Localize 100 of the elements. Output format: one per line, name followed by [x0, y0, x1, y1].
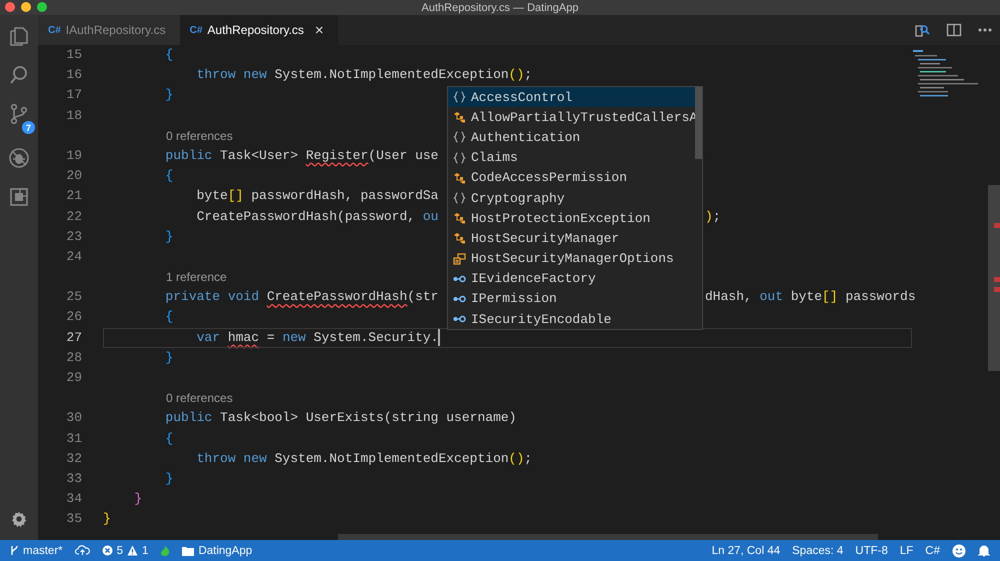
references-link[interactable]: 1 reference	[103, 267, 227, 288]
code-line: public Task<User> Register(User use	[164, 146, 438, 165]
code-line: private void CreatePasswordHash(str	[164, 288, 438, 306]
class-icon	[453, 212, 466, 224]
editor-tab[interactable]: C# AuthRepository.cs ×	[180, 15, 338, 45]
line-number: 22	[65, 208, 83, 226]
zoom-window-button[interactable]	[37, 2, 47, 12]
line-number: 30	[65, 409, 83, 428]
braces-icon	[453, 192, 466, 204]
changes-badge: 7	[22, 121, 35, 134]
no-bug-icon[interactable]	[8, 147, 30, 169]
suggestion-item[interactable]: ISecurityEncodable	[448, 309, 702, 330]
code-line: }	[103, 510, 111, 528]
status-item[interactable]: LF	[900, 544, 914, 556]
more-icon[interactable]	[978, 28, 992, 32]
line-number: 19	[65, 146, 83, 165]
files-icon[interactable]	[8, 25, 30, 47]
code-line: {	[164, 308, 174, 326]
tab-label: IAuthRepository.cs	[66, 23, 166, 37]
code-line: );	[705, 208, 721, 226]
suggestion-item[interactable]: Claims	[448, 148, 702, 168]
settings-icon[interactable]	[10, 510, 28, 528]
error-marker	[994, 223, 1000, 228]
code-line: {	[164, 167, 174, 186]
error-marker	[994, 287, 1000, 292]
line-number: 23	[65, 228, 83, 246]
suggestion-item[interactable]: CodeAccessPermission	[448, 168, 702, 188]
line-number: 20	[65, 167, 83, 186]
code-line: public Task<bool> UserExists(string username)	[164, 409, 516, 428]
line-number: 16	[65, 66, 83, 84]
code-line: }	[164, 86, 174, 104]
error-marker	[994, 277, 1000, 282]
line-number: 28	[65, 348, 83, 367]
interface-icon	[453, 294, 466, 303]
braces-icon	[453, 152, 466, 164]
scrollbar-thumb[interactable]	[338, 534, 878, 540]
class-icon	[453, 232, 466, 244]
suggestion-item[interactable]: IPermission	[448, 288, 702, 310]
close-tab-button[interactable]: ×	[314, 22, 324, 38]
braces-icon	[453, 131, 466, 144]
suggestion-item[interactable]: AllowPartiallyTrustedCallersA	[448, 107, 702, 128]
scrollbar-thumb[interactable]	[695, 87, 702, 159]
search-icon[interactable]	[8, 64, 30, 86]
scrollbar-thumb[interactable]	[988, 185, 1000, 371]
cloud-upload-icon[interactable]	[74, 545, 90, 556]
line-number: 27	[65, 328, 83, 347]
line-number: 33	[65, 470, 83, 488]
folder-status[interactable]: DatingApp	[182, 544, 252, 556]
interface-icon	[453, 274, 466, 283]
code-line: byte[] passwordHash, passwordSa	[196, 187, 438, 206]
code-line: {	[164, 46, 174, 64]
suggestion-item[interactable]: HostSecurityManagerOptions	[448, 248, 702, 269]
code-line: {	[164, 430, 174, 448]
code-line: dHash, out byte[] passwords	[705, 288, 916, 306]
line-number: 15	[65, 46, 83, 64]
branch-status[interactable]: master*	[10, 544, 63, 556]
code-line: throw new System.NotImplementedException();	[196, 66, 532, 84]
line-number: 32	[65, 450, 83, 468]
status-item[interactable]: Ln 27, Col 44	[712, 544, 780, 556]
class-icon	[453, 172, 466, 184]
braces-icon	[453, 91, 466, 104]
code-line: var hmac = new System.Security.	[196, 328, 438, 347]
suggestion-item[interactable]: HostProtectionException	[448, 208, 702, 228]
status-item[interactable]: Spaces: 4	[792, 544, 844, 556]
code-line: }	[164, 470, 174, 488]
suggestion-item[interactable]: HostSecurityManager	[448, 228, 702, 248]
suggestion-item[interactable]: Cryptography	[448, 188, 702, 208]
text-cursor	[438, 328, 440, 346]
status-item[interactable]: C#	[925, 544, 940, 556]
line-number: 31	[65, 430, 83, 448]
editor-tab[interactable]: C# IAuthRepository.cs	[38, 15, 180, 45]
suggestion-item[interactable]: Authentication	[448, 127, 702, 148]
smiley-icon[interactable]	[952, 544, 966, 558]
line-number: 29	[65, 369, 83, 387]
code-line: CreatePasswordHash(password, ou	[196, 208, 438, 226]
bell-icon[interactable]	[978, 544, 990, 557]
references-link[interactable]: 0 references	[103, 126, 233, 146]
problems-status[interactable]: 5 1	[102, 544, 148, 556]
source-control-icon[interactable]	[8, 103, 30, 125]
code-line: throw new System.NotImplementedException();	[196, 450, 532, 468]
line-number: 24	[65, 248, 83, 266]
error-icon	[102, 545, 113, 556]
warning-icon	[127, 545, 138, 556]
close-window-button[interactable]	[5, 2, 15, 12]
open-preview-icon[interactable]	[914, 22, 930, 38]
csharp-label: C#	[48, 24, 61, 36]
extensions-icon[interactable]	[8, 186, 30, 208]
code-line: }	[164, 348, 174, 367]
window-title: AuthRepository.cs — DatingApp	[422, 2, 578, 14]
interface-icon	[453, 315, 466, 324]
line-number: 34	[65, 490, 83, 508]
code-line: }	[164, 228, 174, 246]
suggestion-item[interactable]: IEvidenceFactory	[448, 268, 702, 289]
status-item[interactable]: UTF-8	[855, 544, 888, 556]
branch-icon	[10, 545, 19, 556]
references-link[interactable]: 0 references	[103, 388, 233, 408]
split-editor-icon[interactable]	[946, 22, 962, 38]
line-number: 25	[65, 288, 83, 306]
minimize-window-button[interactable]	[21, 2, 31, 12]
line-number: 26	[65, 308, 83, 326]
